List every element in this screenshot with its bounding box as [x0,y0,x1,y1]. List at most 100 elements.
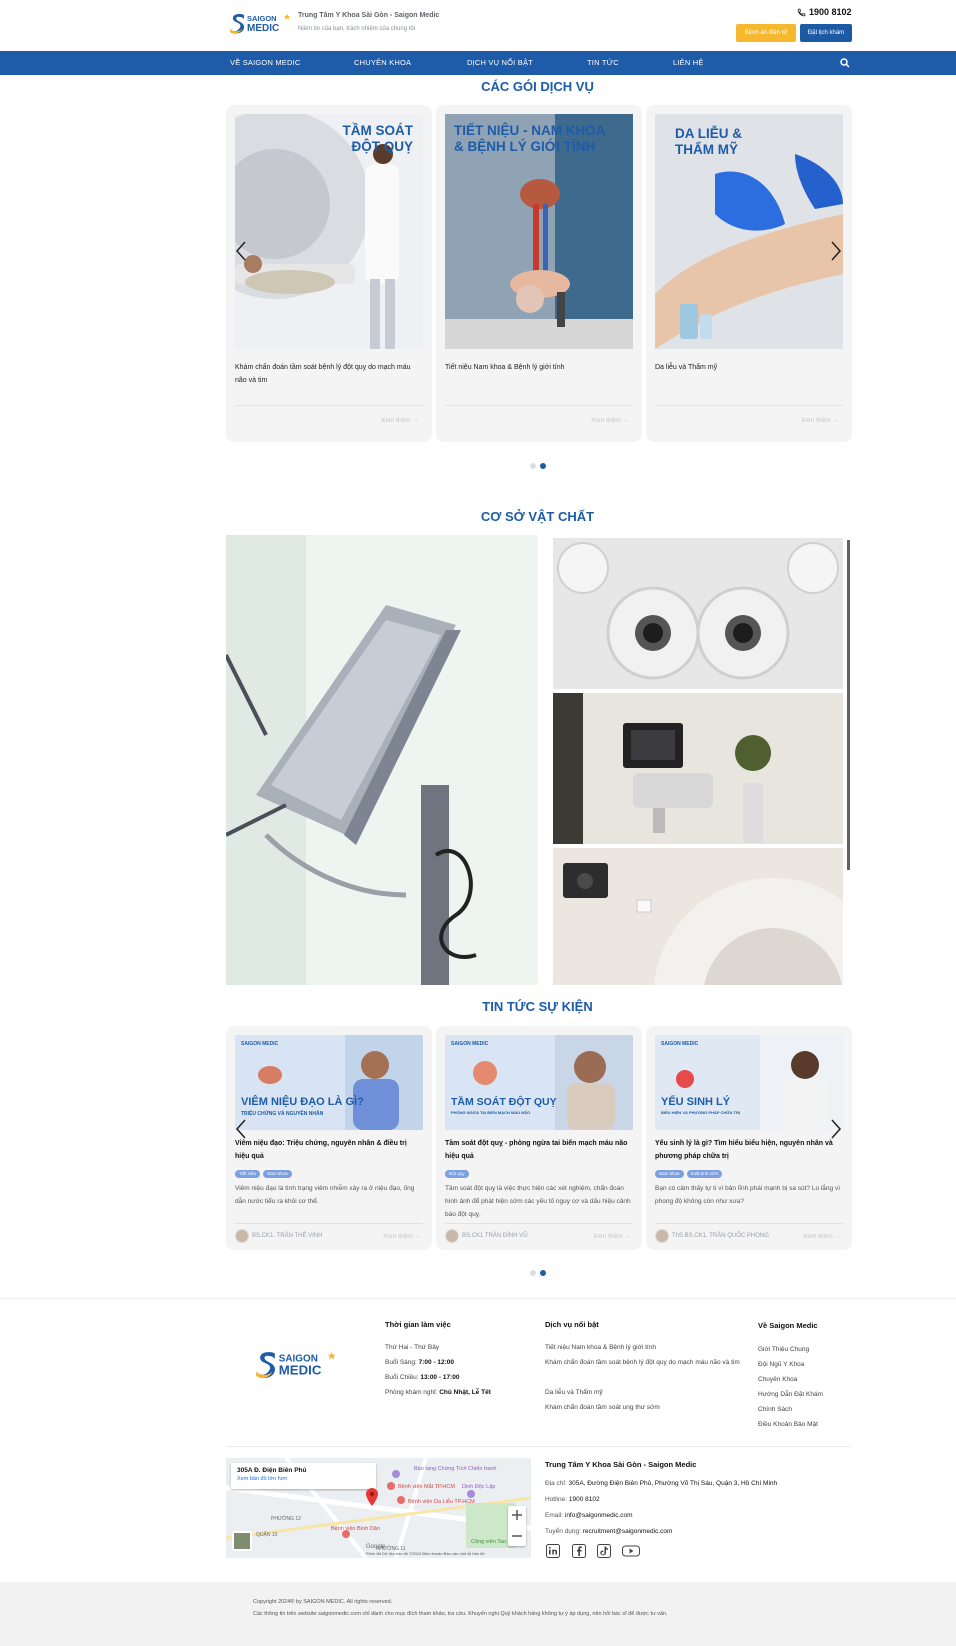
zoom-out-icon[interactable] [511,1530,523,1542]
site-title: Trung Tâm Y Khoa Sài Gòn - Saigon Medic [298,12,440,19]
read-more-label: Xem thêm [801,417,831,424]
book-appointment-button[interactable]: Đặt lịch khám [800,24,852,42]
pagination-dot[interactable] [530,1270,536,1276]
nav-about[interactable]: VỀ SAIGON MEDIC [230,58,301,67]
footer-about-link[interactable]: Hướng Dẫn Đặt Khám [758,1387,823,1402]
service-card-dermatology[interactable]: DA LIỄU & THẨM MỸ Da liễu và Thẩm mỹ Xem… [646,105,852,442]
read-more-link[interactable]: Xem thêm → [801,417,839,424]
footer-about-link[interactable]: Đội Ngũ Y Khoa [758,1357,804,1372]
map-pin-icon[interactable] [366,1488,378,1506]
news-card-urethritis[interactable]: SAIGON MEDIC VIÊM NIỆU ĐẠO LÀ GÌ? TRIỆU … [226,1026,432,1250]
chevron-left-icon[interactable] [235,240,247,262]
news-card-stroke[interactable]: SAIGON MEDIC TẦM SOÁT ĐỘT QUỴ PHÒNG NGỪA… [436,1026,642,1250]
chevron-left-icon[interactable] [235,1118,247,1140]
saigon-medic-logo[interactable]: SAIGON MEDIC [229,11,291,35]
map-footer-text: Phím tắt Dữ liệu bản đồ ©2024 Điều khoản… [366,1551,485,1556]
pagination-dot[interactable] [530,463,536,469]
footer-services-title: Dịch vụ nổi bật [545,1320,599,1329]
service-image-title-line1: TIẾT NIỆU - NAM KHOA [454,123,606,138]
nav-news[interactable]: TIN TỨC [587,58,619,67]
news-tag[interactable]: Nam khoa [655,1170,684,1178]
nav-contact[interactable]: LIÊN HỆ [673,58,704,67]
news-tag[interactable]: Tiết niệu [235,1170,261,1178]
news-tag[interactable]: Xuất tinh sớm [686,1170,723,1178]
news-title-text[interactable]: Viêm niệu đạo: Triệu chứng, nguyên nhân … [235,1137,423,1163]
news-image-title: TẦM SOÁT ĐỘT QUỴ [451,1095,557,1108]
facility-image-mri[interactable] [553,848,843,985]
search-icon[interactable] [839,57,851,69]
footer-service-link[interactable]: Khám chẩn đoán tầm soát bệnh lý đột quỵ … [545,1355,745,1370]
news-image-title: VIÊM NIỆU ĐẠO LÀ GÌ? [241,1095,364,1108]
read-more-label: Xem thêm [591,417,621,424]
contact-recruit-value[interactable]: recruitment@saigonmedic.com [583,1528,673,1535]
zoom-in-icon[interactable] [511,1509,523,1521]
news-tags: Nam khoa Xuất tinh sớm [655,1170,723,1178]
footer-about-link[interactable]: Chuyên Khoa [758,1372,797,1387]
divider [235,405,423,406]
contact-email-value[interactable]: info@saigonmedic.com [565,1512,633,1519]
footer-service-link[interactable]: Khám chẩn đoán tầm soát ung thư sớm [545,1400,745,1415]
footer-about-link[interactable]: Điều Khoản Bảo Mật [758,1417,818,1432]
news-title-text[interactable]: Tầm soát đột quỵ - phòng ngừa tai biến m… [445,1137,633,1163]
footer-service-link[interactable]: Da liễu và Thẩm mỹ [545,1385,745,1400]
map-label: PHƯỜNG 12 [271,1515,301,1522]
map-satellite-toggle[interactable] [232,1531,252,1551]
read-more-link[interactable]: Xem thêm → [803,1233,841,1240]
chevron-right-icon[interactable] [830,1118,842,1140]
read-more-link[interactable]: Xem thêm → [381,417,419,424]
footer-about-link[interactable]: Chính Sách [758,1402,792,1417]
google-map[interactable]: Bảo tàng Chứng Tích Chiến tranh Bệnh việ… [226,1458,531,1558]
facility-image-monitor[interactable] [226,535,538,985]
service-card-urology[interactable]: TIẾT NIỆU - NAM KHOA & BỆNH LÝ GIỚI TÍNH… [436,105,642,442]
facebook-icon[interactable] [572,1544,586,1558]
news-excerpt: Tầm soát đột quỵ là việc thực hiện các x… [445,1185,631,1218]
news-image-subtitle: TRIỆU CHỨNG VÀ NGUYÊN NHÂN [241,1109,324,1117]
map-info-card: 305A Đ. Điện Biên Phủ Xem bản đồ lớn hơn [231,1463,376,1489]
phoropter-photo [553,538,843,689]
header-hotline[interactable]: 1900 8102 [797,7,852,17]
hours-afternoon-label: Buổi Chiều: [385,1374,419,1381]
footer-service-link[interactable]: Tiết niệu Nam khoa & Bệnh lý giới tính [545,1340,745,1355]
pagination-dot-active[interactable] [540,463,546,469]
pagination-dot-active[interactable] [540,1270,546,1276]
read-more-link[interactable]: Xem thêm → [591,417,629,424]
avatar [655,1229,669,1243]
news-title-text[interactable]: Yếu sinh lý là gì? Tìm hiểu biểu hiện, n… [655,1137,843,1163]
news-pagination [530,1270,546,1276]
footer-about-link[interactable]: Giới Thiệu Chung [758,1342,809,1357]
map-larger-link[interactable]: Xem bản đồ lớn hơn [237,1476,370,1482]
news-image-subtitle: PHÒNG NGỪA TAI BIẾN MẠCH MÁU NÃO [451,1110,530,1115]
read-more-link[interactable]: Xem thêm → [593,1233,631,1240]
contact-hotline-value[interactable]: 1900 8102 [569,1496,600,1503]
facility-image-eye-exam[interactable] [553,538,843,689]
tiktok-icon[interactable] [597,1544,611,1558]
news-image-subtitle: BIỂU HIỆN VÀ PHƯƠNG PHÁP CHỮA TRỊ [661,1110,740,1115]
youtube-icon[interactable] [622,1544,640,1558]
service-card-stroke[interactable]: TẦM SOÁT ĐỘT QUỴ Khám chẩn đoán tầm soát… [226,105,432,442]
news-tag[interactable]: Đột quỵ [445,1170,469,1178]
news-card-sexual-health[interactable]: SAIGON MEDIC YẾU SINH LÝ BIỂU HIỆN VÀ PH… [646,1026,852,1250]
online-records-button[interactable]: Bệnh án điện tử [736,24,796,42]
service-image-urology: TIẾT NIỆU - NAM KHOA & BỆNH LÝ GIỚI TÍNH [445,114,633,349]
linkedin-icon[interactable] [546,1544,560,1558]
facilities-scrollbar[interactable] [847,540,850,870]
contact-recruit-label: Tuyển dụng: [545,1528,581,1535]
chevron-right-icon[interactable] [830,240,842,262]
hours-closed: Phòng khám nghỉ: Chủ Nhật, Lễ Tết [385,1385,491,1400]
news-image-title: YẾU SINH LÝ [661,1095,731,1108]
news-tag[interactable]: Nam khoa [263,1170,292,1178]
nav-services[interactable]: DỊCH VỤ NỔI BẬT [467,58,533,67]
facility-image-ultrasound[interactable] [553,693,843,844]
hours-afternoon-value: 13:00 - 17:00 [420,1374,460,1381]
copyright-text: Copyright 2024® by SAIGON MEDIC. All rig… [253,1599,393,1605]
disclaimer-text: Các thông tin trên website saigonmedic.c… [253,1611,668,1617]
contact-recruit: Tuyển dụng: recruitment@saigonmedic.com [545,1528,672,1535]
service-image-title-line2: THẨM MỸ [675,142,738,157]
map-label: Bảo tàng Chứng Tích Chiến tranh [414,1466,496,1472]
footer-logo[interactable]: SAIGON MEDIC [255,1348,337,1380]
service-image-dermatology: DA LIỄU & THẨM MỸ [655,114,843,349]
google-wordmark: Google [366,1544,386,1550]
nav-specialties[interactable]: CHUYÊN KHOA [354,58,411,67]
read-more-link[interactable]: Xem thêm → [383,1233,421,1240]
contact-address: Địa chỉ: 305A, Đường Điện Biên Phủ, Phườ… [545,1480,777,1487]
